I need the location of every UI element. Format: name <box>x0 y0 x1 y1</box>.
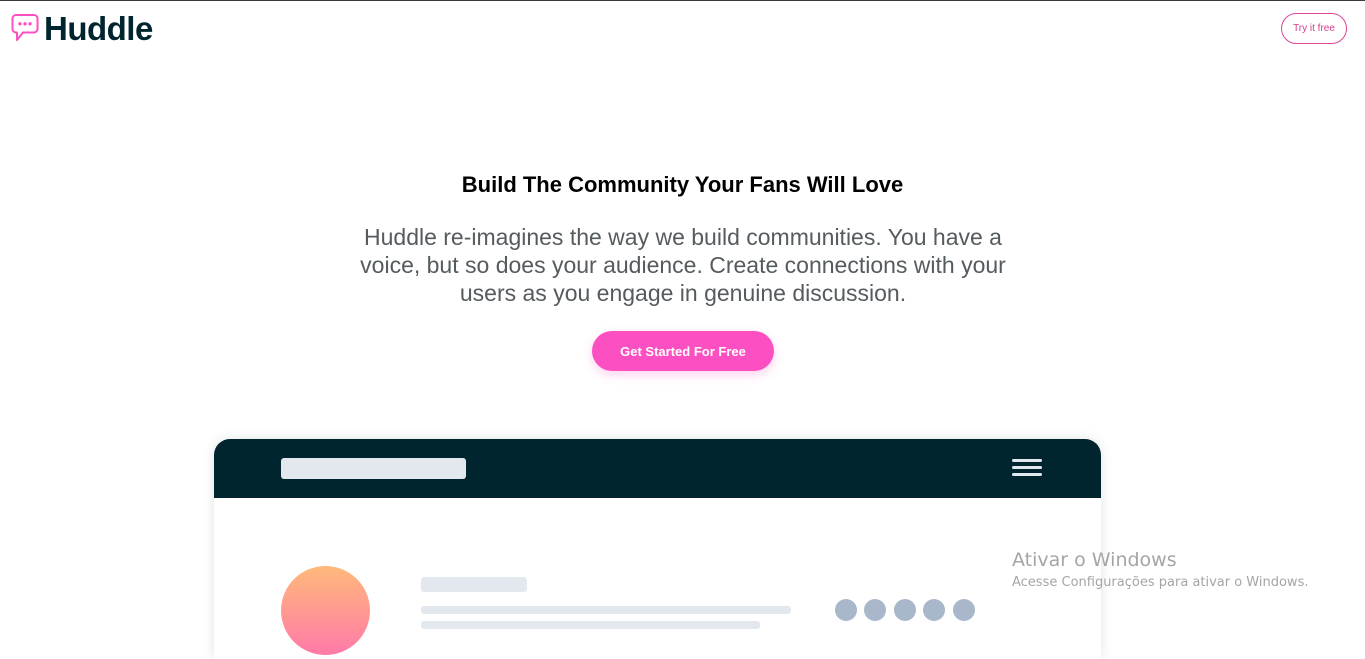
mockup-dot <box>835 599 857 621</box>
hero-description: Huddle re-imagines the way we build comm… <box>360 224 1006 306</box>
get-started-button[interactable]: Get Started For Free <box>592 331 774 371</box>
chat-bubble-icon <box>11 14 39 41</box>
try-it-free-button[interactable]: Try it free <box>1281 13 1347 44</box>
mockup-dot <box>923 599 945 621</box>
mockup-dot <box>864 599 886 621</box>
mockup-dot <box>953 599 975 621</box>
hero-title: Build The Community Your Fans Will Love <box>461 172 904 197</box>
mockup-text-placeholder <box>421 606 791 614</box>
mockup-heading-placeholder <box>421 577 527 592</box>
brand-name: Huddle <box>44 10 153 47</box>
mockup-title-placeholder <box>281 458 466 479</box>
window-top-border <box>0 0 1365 1</box>
app-mockup-illustration <box>214 439 1101 659</box>
mockup-top-bar <box>214 439 1101 498</box>
mockup-dot <box>894 599 916 621</box>
mockup-avatar <box>281 566 370 655</box>
windows-activation-subtitle: Acesse Configurações para ativar o Windo… <box>1012 575 1309 590</box>
hamburger-menu-icon <box>1012 459 1042 477</box>
windows-activation-title: Ativar o Windows <box>1012 549 1177 571</box>
mockup-text-placeholder <box>421 621 760 629</box>
brand-logo[interactable]: Huddle <box>11 12 153 46</box>
